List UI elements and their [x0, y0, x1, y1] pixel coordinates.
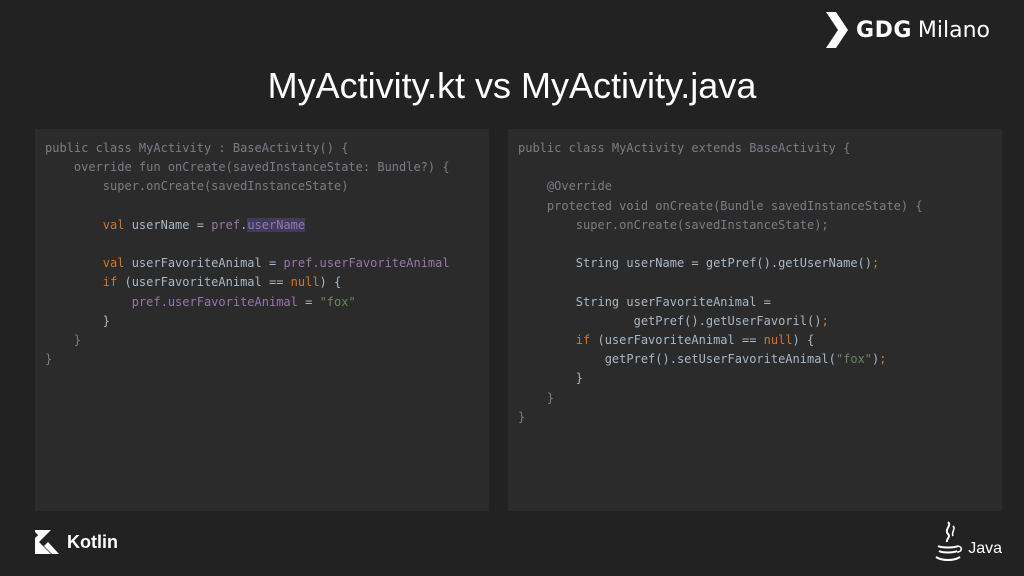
kotlin-code-line: } [45, 313, 111, 328]
kotlin-code-line: if (userFavoriteAnimal == null) { [102, 275, 342, 290]
kotlin-code-line [45, 197, 479, 216]
java-code-block: public class MyActivity extends BaseActi… [518, 139, 992, 427]
java-code-line: if (userFavoriteAnimal == null) { [575, 332, 815, 347]
kotlin-code-panel: public class MyActivity : BaseActivity()… [35, 129, 489, 511]
java-code-line: } [518, 390, 555, 405]
java-logo: Java [932, 520, 1002, 564]
java-code-line [518, 235, 992, 254]
slide-title: MyActivity.kt vs MyActivity.java [267, 65, 757, 106]
city-label: Milano [917, 17, 990, 43]
kotlin-code-line: public class MyActivity : BaseActivity()… [45, 141, 349, 155]
java-code-line: } [518, 409, 526, 424]
kotlin-logo: Kotlin [35, 530, 118, 554]
java-cup-icon [935, 521, 963, 561]
kotlin-code-line: } [45, 333, 82, 347]
java-code-line: getPref().getUserFavoril(); [518, 313, 829, 328]
kotlin-label: Kotlin [67, 531, 118, 552]
java-code-line [518, 273, 992, 292]
gdg-milano-logo: GDG Milano [824, 10, 990, 50]
kotlin-code-line: } [45, 352, 53, 367]
java-code-line: super.onCreate(savedInstanceState); [518, 217, 829, 232]
java-code-line: String userName = getPref().getUserName(… [518, 256, 880, 271]
kotlin-code-line: override fun onCreate(savedInstanceState… [45, 160, 450, 175]
kotlin-code-block: public class MyActivity : BaseActivity()… [45, 139, 479, 369]
kotlin-code-line: val userName = pref.userName [102, 217, 306, 232]
java-label: Java [968, 540, 1002, 557]
gdg-label: GDG [856, 17, 912, 43]
java-code-line: String userFavoriteAnimal = [518, 294, 771, 309]
kotlin-code-line [45, 235, 479, 254]
kotlin-icon [35, 530, 59, 554]
java-code-line: } [518, 371, 584, 386]
kotlin-code-line: pref.userFavoriteAnimal = "fox" [131, 294, 356, 309]
kotlin-code-line: val userFavoriteAnimal = pref.userFavori… [102, 256, 450, 271]
java-code-line: getPref().setUserFavoriteAnimal("fox"); [518, 352, 887, 367]
java-code-line [518, 158, 992, 177]
kotlin-code-line: super.onCreate(savedInstanceState) [45, 179, 349, 194]
java-code-line: public class MyActivity extends BaseActi… [518, 141, 851, 155]
gdg-chevron-icon [826, 12, 849, 48]
java-code-line: protected void onCreate(Bundle savedInst… [518, 198, 923, 213]
java-code-line: @Override [518, 179, 612, 194]
java-code-panel: public class MyActivity extends BaseActi… [508, 129, 1002, 511]
